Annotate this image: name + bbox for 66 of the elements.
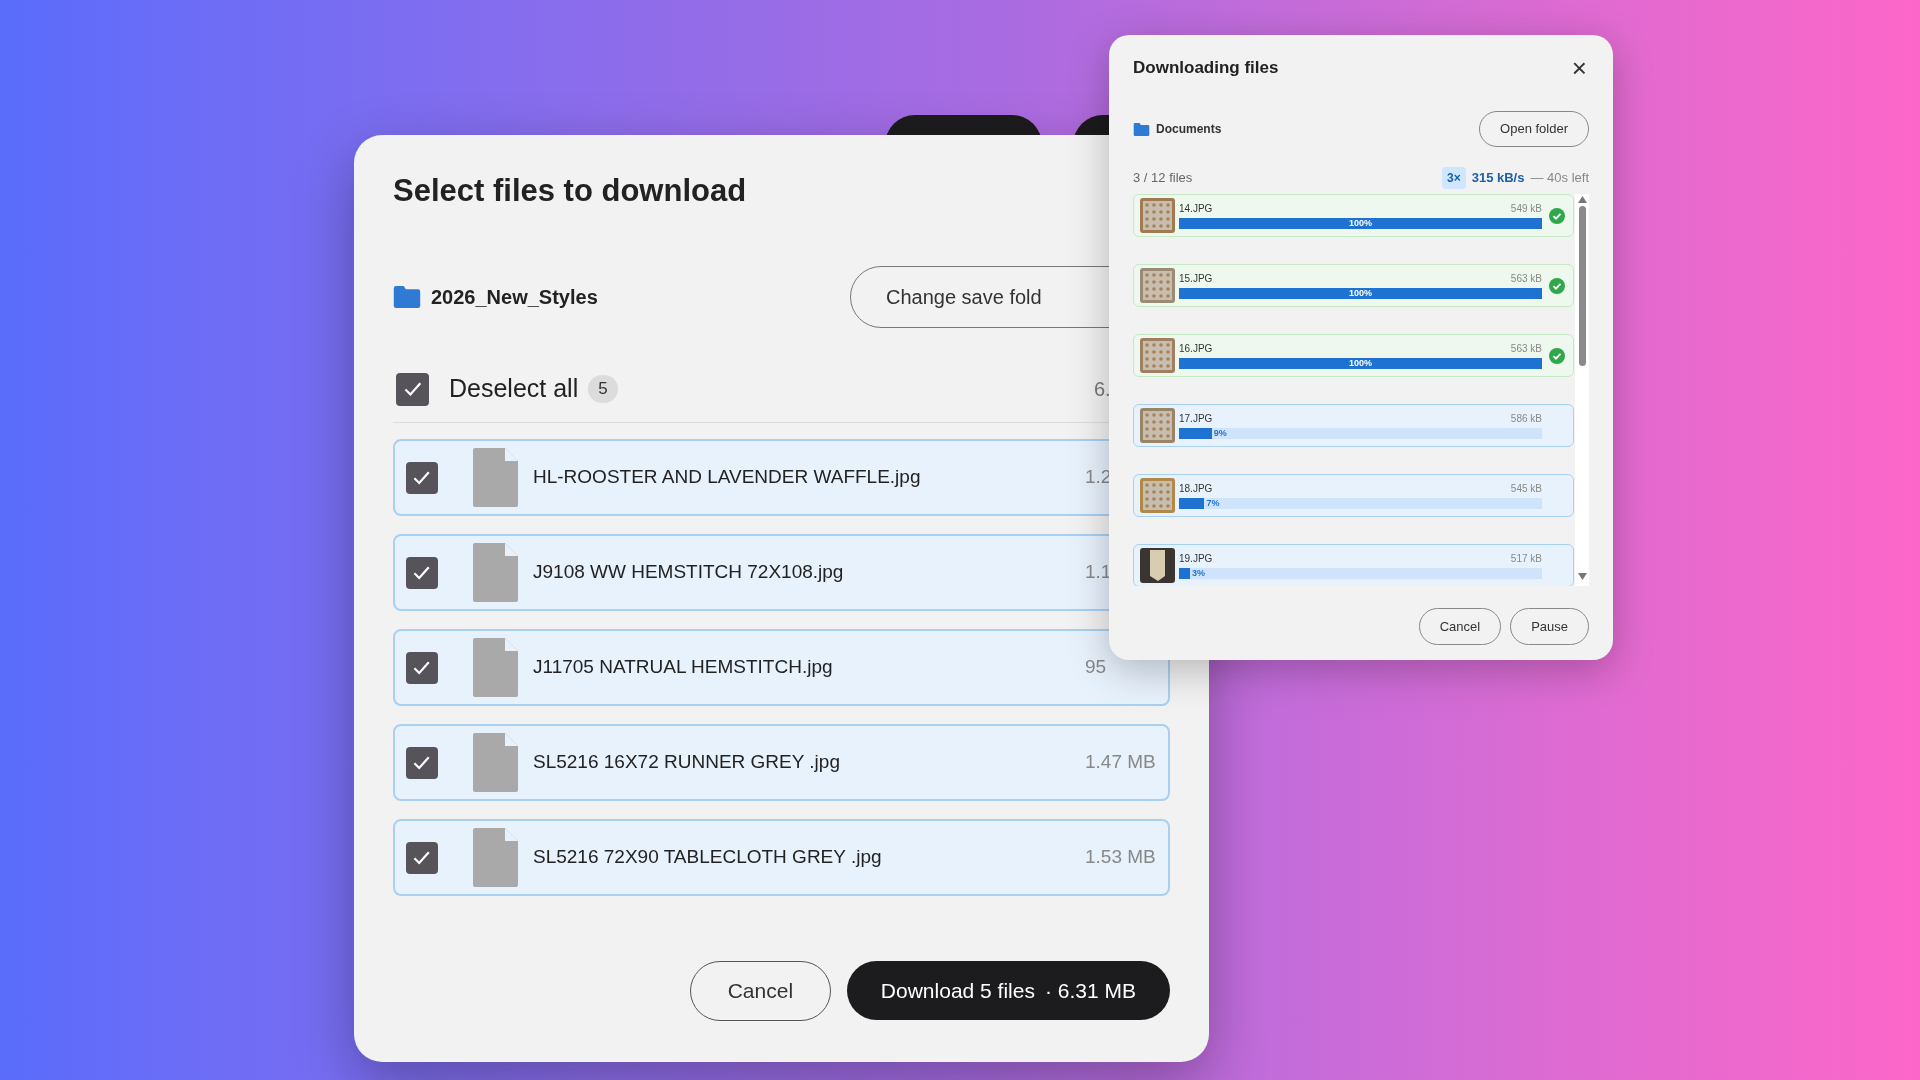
file-name: HL-ROOSTER AND LAVENDER WAFFLE.jpg xyxy=(533,465,921,490)
checkbox[interactable] xyxy=(406,746,438,779)
download-item[interactable]: 14.JPG 549 kB 100% xyxy=(1133,194,1574,237)
item-name: 16.JPG xyxy=(1179,342,1213,356)
progress-percent: 100% xyxy=(1349,358,1372,369)
file-row[interactable]: J11705 NATRUAL HEMSTITCH.jpg 95 xyxy=(393,629,1170,706)
download-button[interactable]: Download 5 files · 6.31 MB xyxy=(846,961,1170,1020)
item-size: 563 kB xyxy=(1510,342,1542,356)
folder-name: Documents xyxy=(1156,121,1222,138)
progress-percent: 7% xyxy=(1206,498,1220,509)
progress-percent: 100% xyxy=(1349,218,1372,229)
deselect-all-label[interactable]: Deselect all xyxy=(449,370,579,408)
scroll-down-icon xyxy=(1577,573,1587,580)
file-icon xyxy=(473,828,518,887)
download-item[interactable]: 17.JPG 586 kB 9% xyxy=(1133,404,1574,447)
file-size: 1.47 MB xyxy=(1085,750,1156,775)
file-name: J11705 NATRUAL HEMSTITCH.jpg xyxy=(533,655,833,680)
download-item[interactable]: 19.JPG 517 kB 3% xyxy=(1133,544,1574,586)
download-item[interactable]: 15.JPG 563 kB 100% xyxy=(1133,264,1574,307)
file-count: 3 / 12 files xyxy=(1133,169,1193,188)
checkbox[interactable] xyxy=(406,651,438,684)
progress-percent: 100% xyxy=(1349,288,1372,299)
checkbox[interactable] xyxy=(406,841,438,874)
progress-percent: 9% xyxy=(1213,428,1227,439)
count-badge: 5 xyxy=(588,375,618,403)
dialog-title: Select files to download xyxy=(393,172,747,210)
item-name: 18.JPG xyxy=(1179,482,1213,496)
item-name: 19.JPG xyxy=(1179,552,1213,566)
folder-name: 2026_New_Styles xyxy=(431,285,598,310)
file-name: J9108 WW HEMSTITCH 72X108.jpg xyxy=(533,560,844,585)
file-name: SL5216 16X72 RUNNER GREY .jpg xyxy=(533,750,840,775)
progress-percent: 3% xyxy=(1191,568,1205,579)
file-size: 95 xyxy=(1085,655,1107,680)
file-row[interactable]: SL5216 16X72 RUNNER GREY .jpg 1.47 MB xyxy=(393,724,1170,801)
item-name: 14.JPG xyxy=(1179,202,1213,216)
folder-icon xyxy=(393,286,421,308)
scroll-up-icon xyxy=(1577,196,1587,203)
file-size: 1.1 xyxy=(1085,560,1112,585)
item-size: 545 kB xyxy=(1510,482,1542,496)
file-name: SL5216 72X90 TABLECLOTH GREY .jpg xyxy=(533,845,882,870)
download-speed: 315 kB/s xyxy=(1471,169,1525,188)
item-name: 17.JPG xyxy=(1179,412,1213,426)
download-item[interactable]: 16.JPG 563 kB 100% xyxy=(1133,334,1574,377)
total-size: 6. xyxy=(1094,377,1111,402)
file-icon xyxy=(473,733,518,792)
folder-icon xyxy=(1133,122,1150,136)
item-size: 586 kB xyxy=(1510,412,1542,426)
item-size: 563 kB xyxy=(1510,272,1542,286)
file-icon xyxy=(473,543,518,602)
parallel-badge: 3× xyxy=(1442,167,1466,189)
panel-title: Downloading files xyxy=(1133,57,1279,80)
scroll-thumb[interactable] xyxy=(1578,206,1586,366)
close-button[interactable]: × xyxy=(1571,55,1587,81)
item-name: 15.JPG xyxy=(1179,272,1213,286)
item-size: 517 kB xyxy=(1510,552,1542,566)
time-remaining: — 40s left xyxy=(1530,169,1589,188)
file-icon xyxy=(473,448,518,507)
file-icon xyxy=(473,638,518,697)
cancel-button[interactable]: Cancel xyxy=(689,961,831,1021)
checkbox[interactable] xyxy=(406,461,438,494)
checkbox[interactable] xyxy=(406,556,438,589)
file-row[interactable]: SL5216 72X90 TABLECLOTH GREY .jpg 1.53 MB xyxy=(393,819,1170,896)
download-item[interactable]: 18.JPG 545 kB 7% xyxy=(1133,474,1574,517)
item-size: 549 kB xyxy=(1510,202,1542,216)
checkbox[interactable] xyxy=(396,372,429,406)
file-size: 1.53 MB xyxy=(1085,845,1156,870)
